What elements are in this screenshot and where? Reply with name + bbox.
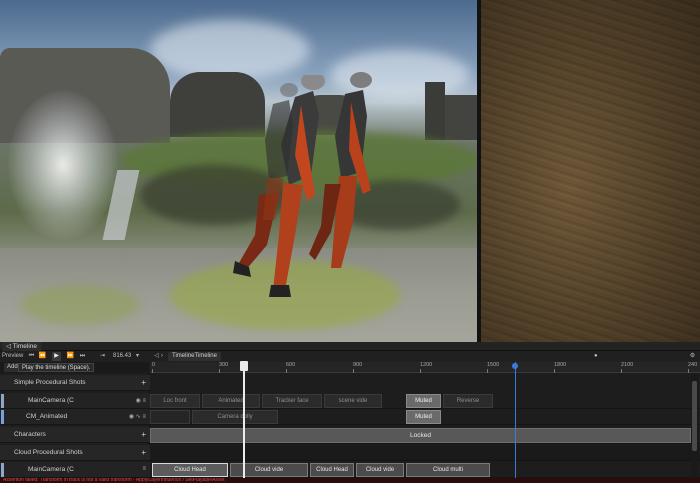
track-cm-animated[interactable]: CM_Animated ◉ ∿ ≡	[0, 409, 150, 425]
clip-selected[interactable]: Cloud Head	[152, 463, 228, 477]
lane-maincamera-1: Loc front Animated Tracker face scene vi…	[150, 393, 700, 409]
clip[interactable]: Cloud vide	[230, 463, 308, 477]
scrollbar-thumb[interactable]	[692, 381, 697, 451]
clip[interactable]	[150, 410, 190, 424]
track-group-label: Simple Procedural Shots	[14, 379, 86, 386]
track-group-cloud-shots[interactable]: Cloud Procedural Shots +	[0, 445, 150, 461]
lane-characters: Locked	[150, 428, 700, 444]
timeline-tab-label: Timeline	[12, 343, 38, 350]
track-maincamera-2[interactable]: MainCamera (C ≡	[0, 462, 150, 478]
lane-cloud-group	[150, 445, 700, 461]
track-group-label: Cloud Procedural Shots	[14, 449, 83, 456]
clip[interactable]: scene vide	[324, 394, 382, 408]
playhead-handle[interactable]	[240, 361, 248, 371]
clip[interactable]: Camera dolly	[192, 410, 278, 424]
clip[interactable]: Tracker face	[262, 394, 322, 408]
clip[interactable]: Cloud vide	[356, 463, 404, 477]
back-arrow-icon[interactable]: ◁	[152, 352, 161, 361]
timeline-end-marker[interactable]	[515, 362, 516, 483]
clip[interactable]: Cloud multi	[406, 463, 490, 477]
clip[interactable]: Loc front	[150, 394, 200, 408]
clip[interactable]: Reverse	[443, 394, 493, 408]
robot-torso	[265, 100, 293, 180]
panel-tab-bar: ◁ Timeline	[0, 342, 700, 351]
track-maincamera-1[interactable]: MainCamera (C ◉ ≡	[0, 393, 150, 409]
robot-leg	[263, 178, 283, 220]
ruler-tick: 900	[353, 362, 363, 373]
add-track-icon[interactable]: +	[141, 430, 146, 439]
clip-muted[interactable]: Muted	[406, 394, 441, 408]
timeline-asset-tab[interactable]: TimelineTimeline	[168, 352, 221, 361]
track-color-stripe	[1, 410, 4, 424]
timeline-tab-icon: ◁	[6, 343, 11, 350]
previous-frame-icon[interactable]: ⏪	[38, 352, 47, 361]
track-group-label: Characters	[14, 431, 46, 438]
add-track-bar: Add Play the timeline (Space).	[0, 362, 150, 373]
locked-track-overlay: Locked	[150, 428, 691, 443]
vertical-scrollbar[interactable]	[691, 373, 698, 483]
robot-character-back	[309, 72, 372, 268]
zoom-slider-knob-icon[interactable]: ●	[594, 352, 598, 361]
light-flare	[8, 90, 118, 240]
play-range-icon[interactable]: ⇥	[98, 352, 107, 361]
add-track-icon[interactable]: +	[141, 378, 146, 387]
track-options-icon[interactable]: ≡	[142, 466, 146, 472]
timeline-panel: ◁ Timeline Preview ⏮ ⏪ ▶ ⏩ ⏭ ⇥ 816.43 ▾ …	[0, 342, 700, 483]
breadcrumb-separator-icon: ›	[161, 353, 163, 359]
time-ruler[interactable]: 0 300 600 900 1200 1500 1800 2100 240	[150, 362, 700, 373]
lane-cm-animated: Camera dolly Muted	[150, 409, 700, 425]
track-label: MainCamera (C	[28, 397, 74, 404]
preview-button[interactable]: Preview	[2, 352, 23, 361]
track-label: MainCamera (C	[28, 466, 74, 473]
frame-counter[interactable]: 816.43	[113, 352, 131, 361]
playhead-line[interactable]	[243, 362, 245, 483]
end-marker-handle[interactable]	[512, 363, 518, 369]
track-group-characters[interactable]: Characters +	[0, 427, 150, 443]
track-curves-icon[interactable]: ◉ ∿ ≡	[129, 413, 146, 420]
track-label: CM_Animated	[26, 413, 68, 420]
go-to-start-icon[interactable]: ⏮	[27, 352, 36, 361]
ruler-tick: 0	[152, 362, 156, 373]
console-status-bar[interactable]: Assertion failed: Transform in track is …	[0, 478, 700, 483]
track-lanes: Loc front Animated Tracker face scene vi…	[150, 373, 700, 483]
track-color-stripe	[1, 463, 4, 477]
ruler-tick: 300	[219, 362, 229, 373]
sky-cloud	[150, 20, 310, 80]
stone-pillar	[425, 82, 445, 140]
ruler-tick: 1200	[420, 362, 433, 373]
robot-head	[350, 72, 372, 88]
settings-dropdown-icon[interactable]: ▾	[133, 352, 142, 361]
timeline-toolbar: Preview ⏮ ⏪ ▶ ⏩ ⏭ ⇥ 816.43 ▾ ◁ › Timelin…	[0, 351, 700, 362]
ruler-tick: 240	[688, 362, 698, 373]
ruler-tick: 600	[286, 362, 296, 373]
scene-view	[0, 0, 477, 342]
clip[interactable]: Animated	[202, 394, 260, 408]
clip[interactable]: Cloud Head	[310, 463, 354, 477]
track-options-icon[interactable]: ◉ ≡	[136, 397, 146, 404]
robot-head	[280, 83, 298, 97]
play-tooltip: Play the timeline (Space).	[18, 363, 95, 372]
stone-ruin	[445, 95, 477, 140]
wall-shading	[481, 0, 700, 342]
moss-patch	[20, 285, 140, 325]
add-track-icon[interactable]: +	[141, 448, 146, 457]
game-viewport	[0, 0, 700, 342]
track-header-column: Add Play the timeline (Space). Simple Pr…	[0, 362, 150, 483]
track-color-stripe	[1, 394, 4, 408]
ruler-tick: 2100	[621, 362, 634, 373]
go-to-end-icon[interactable]: ⏭	[78, 352, 87, 361]
timeline-window-tab[interactable]: ◁ Timeline	[2, 342, 42, 351]
ruler-tick: 1800	[554, 362, 567, 373]
play-button[interactable]: ▶	[52, 352, 61, 361]
clip-muted[interactable]: Muted	[406, 410, 441, 424]
lane-maincamera-2: Cloud Head Cloud vide Cloud Head Cloud v…	[150, 462, 700, 478]
gear-icon[interactable]: ⚙	[688, 352, 697, 361]
ruler-tick: 1500	[487, 362, 500, 373]
robot-character-ghost	[263, 83, 298, 220]
track-group-simple-shots[interactable]: Simple Procedural Shots +	[0, 375, 150, 391]
next-frame-icon[interactable]: ⏩	[66, 352, 75, 361]
robot-foot	[269, 285, 291, 297]
